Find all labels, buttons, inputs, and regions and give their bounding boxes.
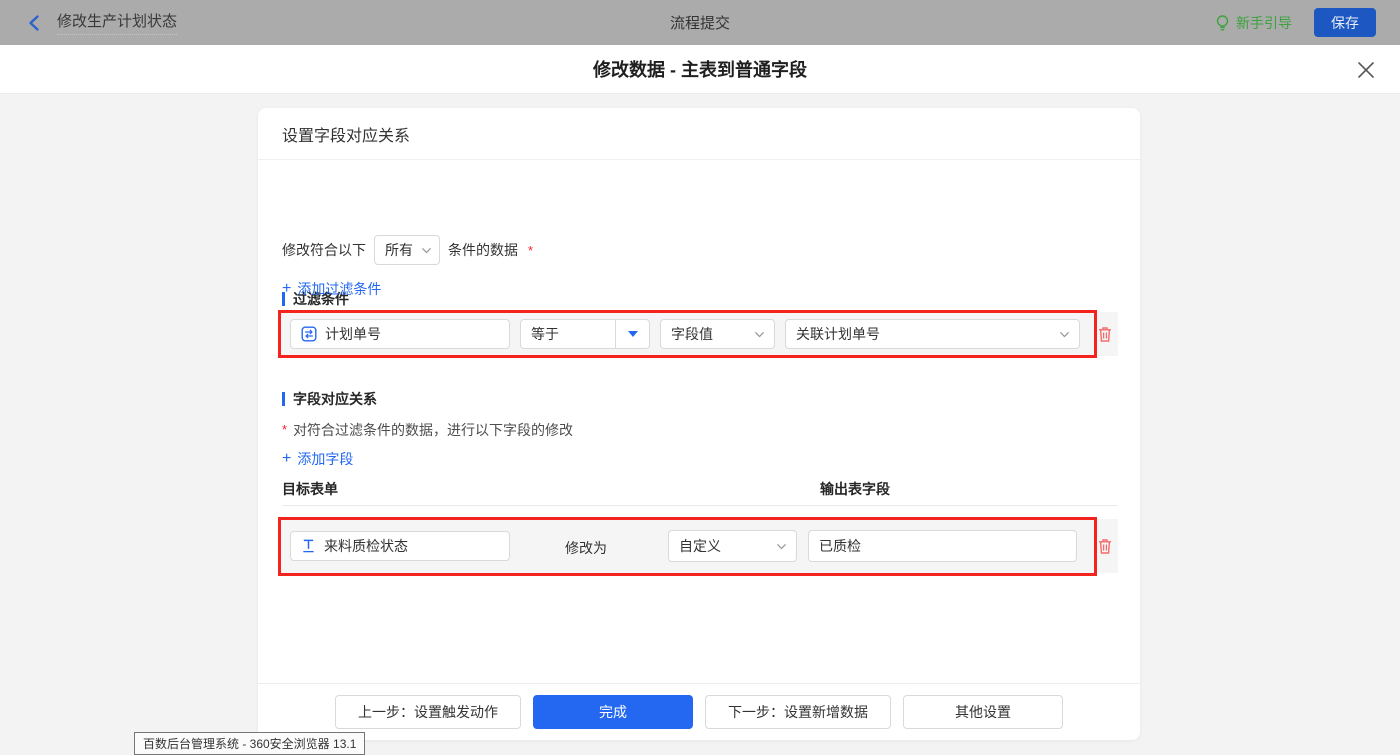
browser-status-tooltip: 百数后台管理系统 - 360安全浏览器 13.1 [134, 732, 365, 755]
page-title: 修改生产计划状态 [57, 10, 177, 35]
value-field-value: 关联计划单号 [796, 324, 880, 344]
value-mode-select[interactable]: 自定义 [668, 530, 797, 562]
done-button[interactable]: 完成 [533, 695, 693, 729]
dialog-body: 设置字段对应关系 过滤条件 修改符合以下 所有 条件的数据 * + 添加过滤条件 [0, 95, 1400, 755]
chevron-down-icon [754, 329, 765, 340]
delete-mapping-row-icon[interactable] [1096, 537, 1114, 556]
process-submit-title: 流程提交 [0, 12, 1400, 33]
dialog-header: 修改数据 - 主表到普通字段 [0, 45, 1400, 94]
prev-step-button[interactable]: 上一步：设置触发动作 [335, 695, 521, 729]
modify-to-label: 修改为 [565, 538, 607, 558]
plus-icon: + [282, 451, 291, 467]
custom-value-input[interactable]: 已质检 [808, 530, 1077, 562]
delete-filter-row-icon[interactable] [1096, 325, 1114, 344]
filter-field-input[interactable]: 计划单号 [290, 319, 510, 349]
operator-value: 等于 [521, 324, 615, 344]
add-field-link[interactable]: + 添加字段 [282, 449, 353, 469]
mapping-note-text: 对符合过滤条件的数据，进行以下字段的修改 [293, 420, 573, 440]
match-type-select[interactable]: 所有 [374, 235, 440, 265]
section-accent-bar [282, 392, 285, 406]
operator-select[interactable]: 等于 [520, 319, 650, 349]
condition-suffix-label: 条件的数据 [448, 240, 518, 260]
close-icon[interactable] [1356, 60, 1376, 80]
chevron-down-icon [1059, 329, 1070, 340]
target-field-value: 来料质检状态 [324, 536, 408, 556]
target-field-input[interactable]: 来料质检状态 [290, 531, 510, 561]
panel-header: 设置字段对应关系 [258, 108, 1140, 160]
auto-number-field-icon [301, 326, 317, 342]
operator-caret-segment [615, 320, 649, 348]
dialog-title: 修改数据 - 主表到普通字段 [593, 56, 807, 82]
column-header-target-form: 目标表单 [282, 479, 338, 499]
beginner-guide-label: 新手引导 [1236, 13, 1292, 33]
dialog-footer: 上一步：设置触发动作 完成 下一步：设置新增数据 其他设置 [258, 683, 1140, 740]
lightbulb-icon [1215, 14, 1230, 32]
value-type-value: 字段值 [671, 324, 713, 344]
filter-field-value: 计划单号 [325, 324, 381, 344]
filter-condition-row: 修改符合以下 所有 条件的数据 * [282, 235, 533, 265]
chevron-down-icon [421, 245, 432, 256]
value-type-select[interactable]: 字段值 [660, 319, 775, 349]
chevron-left-icon [26, 14, 44, 32]
mapping-section-title: 字段对应关系 [282, 389, 377, 409]
column-header-output-field: 输出表字段 [820, 479, 890, 499]
filter-row: 计划单号 等于 字段值 关联计划单号 [278, 312, 1118, 356]
add-field-label: 添加字段 [297, 449, 353, 469]
other-settings-button[interactable]: 其他设置 [903, 695, 1063, 729]
chevron-down-icon [776, 541, 787, 552]
back-button[interactable] [26, 14, 44, 32]
column-divider [282, 505, 1118, 506]
save-button[interactable]: 保存 [1314, 8, 1376, 37]
page-header: 修改生产计划状态 流程提交 新手引导 保存 [0, 0, 1400, 45]
value-mode-value: 自定义 [679, 536, 721, 556]
field-mapping-row: 来料质检状态 修改为 自定义 已质检 [278, 519, 1118, 573]
condition-prefix-label: 修改符合以下 [282, 240, 366, 260]
beginner-guide-link[interactable]: 新手引导 [1215, 13, 1292, 33]
required-asterisk: * [282, 422, 287, 437]
text-field-icon [301, 538, 316, 554]
caret-down-icon [628, 331, 638, 337]
value-field-select[interactable]: 关联计划单号 [785, 319, 1080, 349]
next-step-button[interactable]: 下一步：设置新增数据 [705, 695, 891, 729]
add-filter-condition-link[interactable]: + 添加过滤条件 [282, 279, 381, 299]
plus-icon: + [282, 281, 291, 297]
required-asterisk: * [528, 243, 533, 258]
custom-value-text: 已质检 [819, 536, 861, 556]
field-mapping-panel: 设置字段对应关系 过滤条件 修改符合以下 所有 条件的数据 * + 添加过滤条件 [258, 108, 1140, 740]
mapping-note: * 对符合过滤条件的数据，进行以下字段的修改 [282, 420, 573, 440]
add-filter-condition-label: 添加过滤条件 [297, 279, 381, 299]
